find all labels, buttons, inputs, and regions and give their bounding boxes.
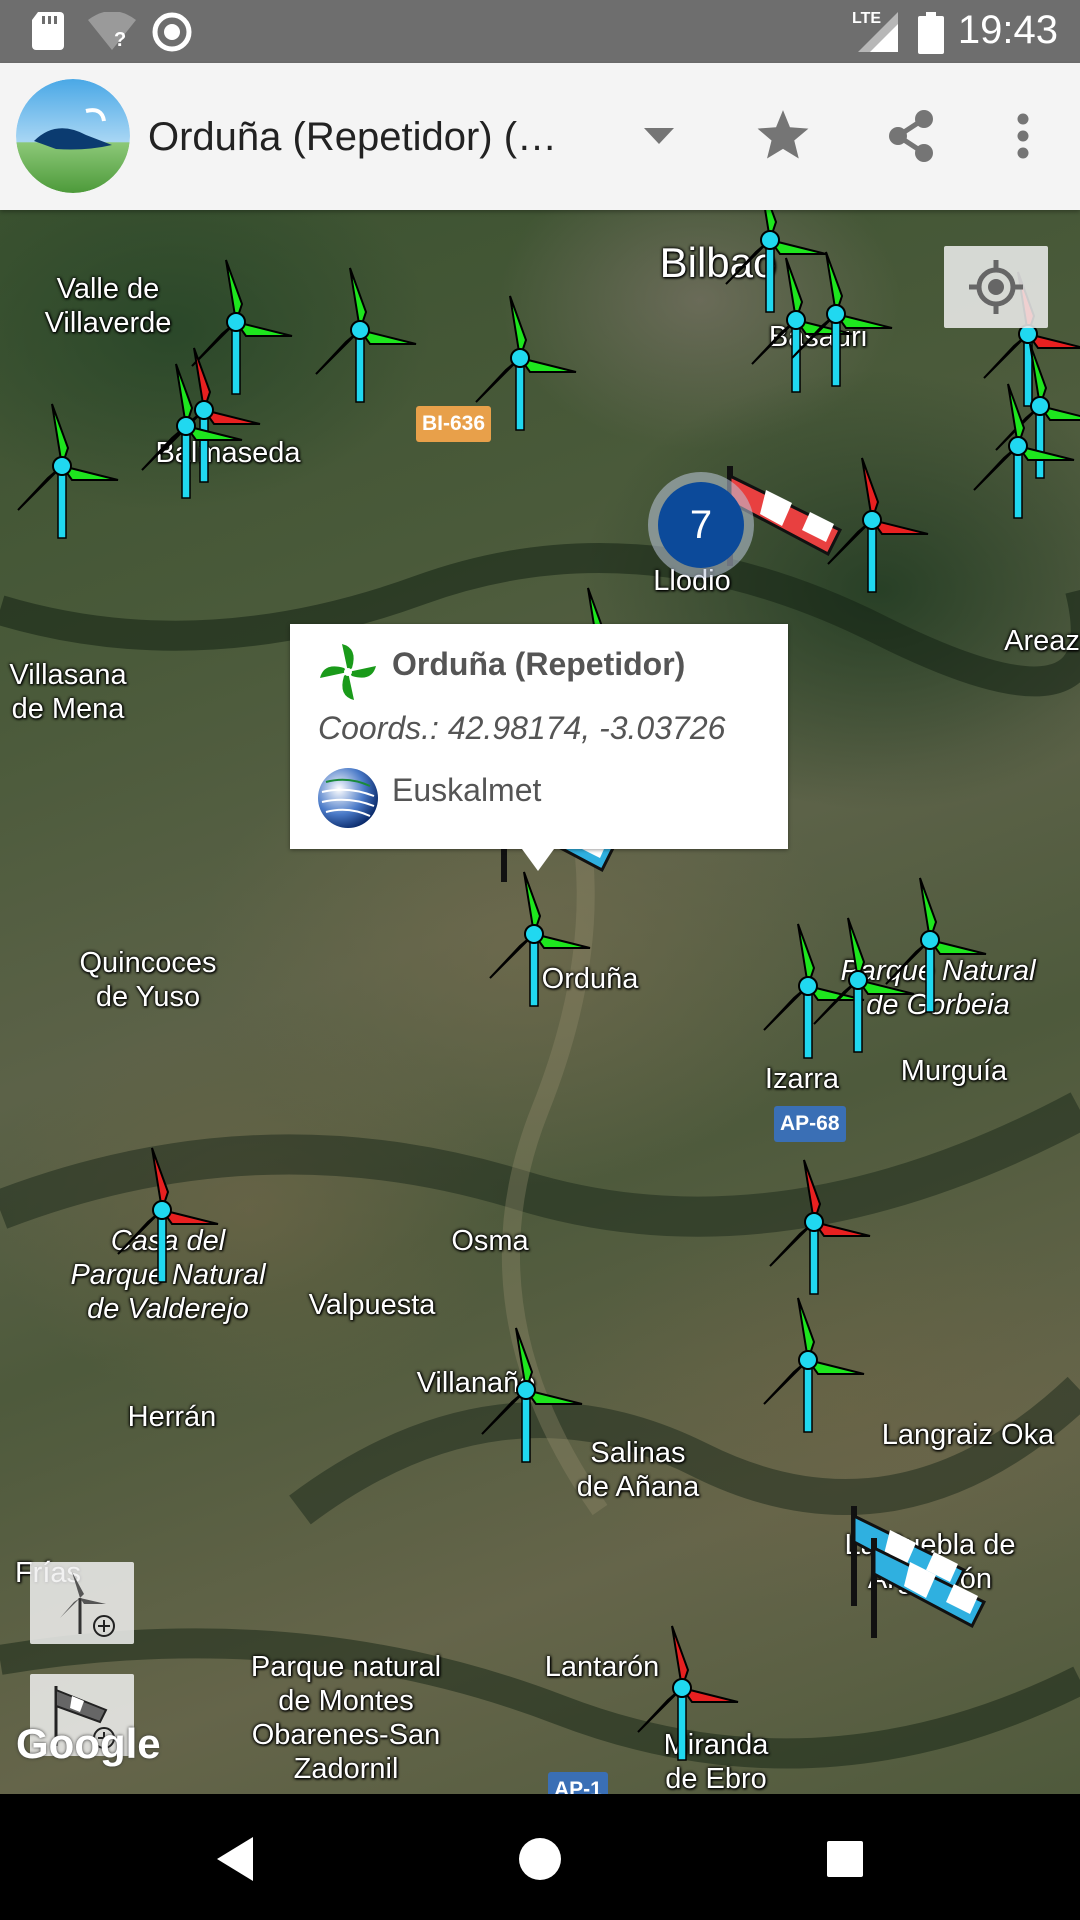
recents-button[interactable]	[810, 1824, 880, 1894]
turbine-marker[interactable]	[769, 1159, 871, 1295]
sd-card-icon	[32, 12, 64, 50]
turbine-marker[interactable]	[791, 251, 893, 387]
map-view[interactable]: Valle de Villaverde Balmaseda Bilbao Bas…	[0, 210, 1080, 1794]
share-button[interactable]	[876, 101, 946, 171]
google-attribution: Google	[16, 1720, 161, 1767]
add-turbine-button[interactable]	[30, 1562, 134, 1644]
dropdown-icon	[644, 128, 674, 144]
status-bar: ? LTE 19:43	[0, 0, 1080, 63]
marker-info-window[interactable]: Orduña (Repetidor) Coords.: 42.98174, -3…	[290, 624, 788, 871]
home-icon	[519, 1838, 561, 1880]
turbine-marker[interactable]	[637, 1625, 739, 1761]
navigation-bar	[0, 1794, 1080, 1920]
station-name: Orduña (Repetidor)	[392, 646, 686, 682]
station-coords: Coords.: 42.98174, -3.03726	[318, 710, 726, 746]
app-bar: Orduña (Repetidor) (…	[0, 63, 1080, 210]
station-provider: Euskalmet	[392, 772, 542, 808]
turbine-marker[interactable]	[315, 267, 417, 403]
turbine-marker[interactable]	[141, 363, 243, 499]
turbine-marker[interactable]	[763, 923, 865, 1059]
euskalmet-logo-icon	[318, 768, 378, 828]
cluster-count: 7	[658, 482, 744, 568]
page-title[interactable]: Orduña (Repetidor) (…	[148, 115, 557, 160]
favorite-button[interactable]	[748, 101, 818, 171]
pinwheel-icon	[320, 644, 376, 700]
turbine-marker[interactable]	[191, 259, 293, 395]
turbine-marker[interactable]	[489, 871, 591, 1007]
add-turbine-icon	[60, 1572, 115, 1637]
overflow-menu-button[interactable]	[988, 101, 1058, 171]
recents-icon	[827, 1841, 863, 1877]
share-icon	[889, 110, 933, 162]
turbine-marker[interactable]	[813, 917, 915, 1053]
more-vert-icon	[1017, 113, 1029, 159]
my-location-button[interactable]	[944, 246, 1048, 328]
star-icon	[757, 110, 809, 159]
turbine-marker[interactable]	[159, 347, 261, 483]
turbine-marker[interactable]	[827, 457, 929, 593]
dropdown-button[interactable]	[624, 101, 694, 171]
turbine-marker[interactable]	[725, 210, 827, 313]
turbine-marker[interactable]	[17, 403, 119, 539]
clock: 19:43	[957, 8, 1058, 52]
marker-cluster[interactable]: 7	[648, 472, 754, 578]
svg-text:?: ?	[114, 29, 126, 50]
turbine-marker[interactable]	[117, 1147, 219, 1283]
signal-icon	[858, 12, 898, 52]
turbine-marker[interactable]	[475, 295, 577, 431]
sync-icon	[152, 12, 192, 52]
back-icon	[217, 1837, 253, 1881]
my-location-icon	[969, 260, 1023, 314]
turbine-marker[interactable]	[763, 1297, 865, 1433]
back-button[interactable]	[200, 1824, 270, 1894]
app-logo[interactable]	[16, 79, 130, 193]
wifi-unknown-icon: ?	[88, 12, 136, 50]
battery-icon	[918, 12, 944, 54]
turbine-marker[interactable]	[481, 1327, 583, 1463]
station-markers	[17, 210, 1080, 1761]
home-button[interactable]	[505, 1824, 575, 1894]
